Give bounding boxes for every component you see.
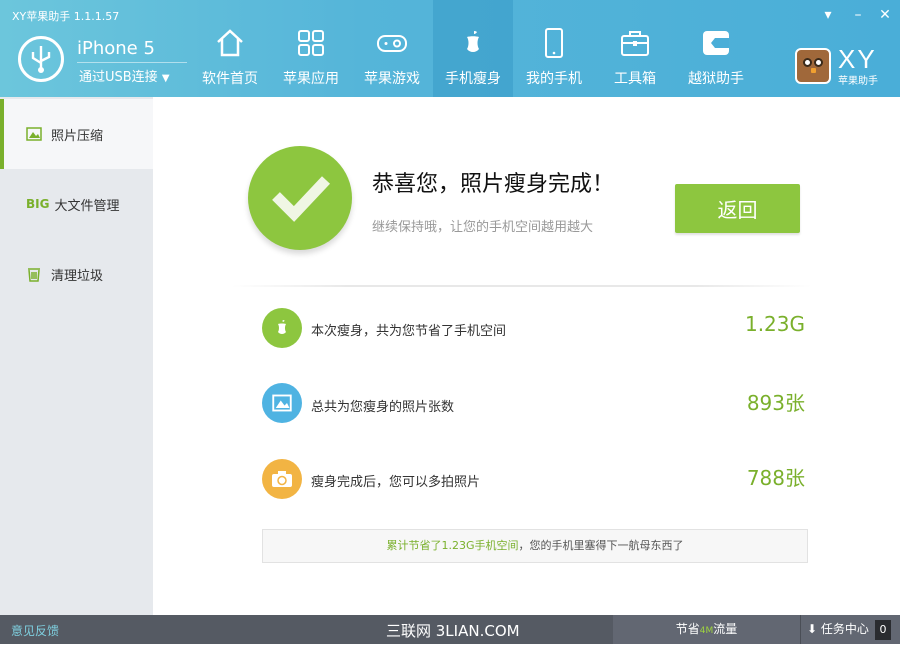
task-count-badge: 0: [875, 620, 891, 640]
sidebar-item-label: 大文件管理: [54, 198, 120, 214]
slim-apple-icon: [467, 31, 479, 52]
nav-label: 苹果游戏: [364, 71, 420, 87]
nav-my-phone[interactable]: 我的手机: [514, 0, 594, 97]
divider: [77, 62, 187, 63]
nav-home[interactable]: 软件首页: [190, 0, 270, 97]
apple-icon: [262, 308, 302, 348]
success-title: 恭喜您，照片瘦身完成！: [372, 172, 615, 197]
gamepad-icon: [377, 35, 407, 52]
notice-highlight: 累计节省了1.23G手机空间: [386, 539, 519, 552]
task-center-label: 任务中心: [820, 622, 869, 636]
tablet-icon: [545, 28, 563, 58]
footer: 意见反馈 三联网 3LIAN.COM 节省4M流量 ⬇ 任务中心 0: [0, 615, 900, 644]
stat-value: 788张: [746, 466, 805, 490]
nav-label: 苹果应用: [283, 71, 339, 87]
sidebar-item-label: 照片压缩: [51, 128, 104, 144]
success-subtitle: 继续保持哦，让您的手机空间越用越大: [372, 220, 594, 235]
nav-label: 越狱助手: [688, 71, 744, 87]
stat-value: 893张: [746, 391, 805, 415]
home-icon: [217, 29, 243, 57]
download-icon: ⬇: [807, 622, 818, 636]
back-button[interactable]: 返回: [675, 184, 800, 233]
menu-dropdown-button[interactable]: ▾: [819, 6, 837, 24]
nav-label: 我的手机: [526, 71, 582, 87]
brand-subtitle: 苹果助手: [838, 76, 878, 87]
nav-games[interactable]: 苹果游戏: [352, 0, 432, 97]
sidebar-item-clean-junk[interactable]: 清理垃圾: [0, 239, 153, 309]
stat-label: 总共为您瘦身的照片张数: [311, 400, 455, 415]
nav-label: 手机瘦身: [445, 71, 501, 87]
stat-value: 1.23G: [744, 312, 805, 336]
header: XY苹果助手 1.1.1.57 ▾ – ✕ iPhone 5 通过USB连接 ▼…: [0, 0, 900, 97]
divider: [232, 285, 812, 287]
toolbox-icon: [621, 31, 649, 56]
owl-logo: [795, 48, 831, 84]
usb-icon: [18, 36, 64, 82]
connection-label: 通过USB连接: [79, 70, 158, 85]
nav-apps[interactable]: 苹果应用: [271, 0, 351, 97]
traffic-label: 节省: [675, 622, 700, 636]
apps-grid-icon: [298, 30, 324, 56]
big-icon: BIG: [26, 197, 50, 211]
stat-label: 本次瘦身，共为您节省了手机空间: [311, 324, 507, 339]
watermark: 三联网 3LIAN.COM: [386, 622, 520, 640]
nav-toolbox[interactable]: 工具箱: [595, 0, 675, 97]
app-title: XY苹果助手 1.1.1.57: [12, 10, 120, 23]
brand-logo: XY: [838, 44, 877, 74]
nav-label: 工具箱: [614, 71, 656, 87]
connection-dropdown[interactable]: 通过USB连接 ▼: [79, 66, 170, 85]
nav-label: 软件首页: [202, 71, 258, 87]
stat-label: 瘦身完成后，您可以多拍照片: [311, 475, 481, 490]
traffic-value: 4M: [699, 626, 714, 636]
sidebar: 照片压缩 BIG 大文件管理 清理垃圾: [0, 97, 153, 615]
feedback-link[interactable]: 意见反馈: [11, 622, 59, 639]
traffic-label: 流量: [713, 622, 738, 636]
sidebar-item-large-files[interactable]: BIG 大文件管理: [0, 169, 153, 239]
camera-icon: [262, 459, 302, 499]
traffic-saved: 节省4M流量: [613, 615, 800, 644]
close-button[interactable]: ✕: [876, 6, 894, 24]
nav-slim[interactable]: 手机瘦身: [433, 0, 513, 97]
photo-icon: [26, 127, 42, 141]
sidebar-item-label: 清理垃圾: [51, 268, 104, 284]
jailbreak-icon: [703, 31, 729, 55]
task-center-button[interactable]: ⬇ 任务中心 0: [800, 615, 900, 644]
success-check-icon: [248, 146, 352, 250]
device-name: iPhone 5: [77, 38, 155, 59]
picture-icon: [262, 383, 302, 423]
trash-icon: [28, 268, 40, 282]
summary-notice: 累计节省了1.23G手机空间，您的手机里塞得下一航母东西了: [262, 529, 808, 563]
notice-text: ，您的手机里塞得下一航母东西了: [518, 539, 684, 552]
chevron-down-icon: ▼: [161, 73, 170, 84]
nav-jailbreak[interactable]: 越狱助手: [676, 0, 756, 97]
sidebar-item-photo-compress[interactable]: 照片压缩: [0, 99, 153, 169]
minimize-button[interactable]: –: [849, 6, 867, 24]
